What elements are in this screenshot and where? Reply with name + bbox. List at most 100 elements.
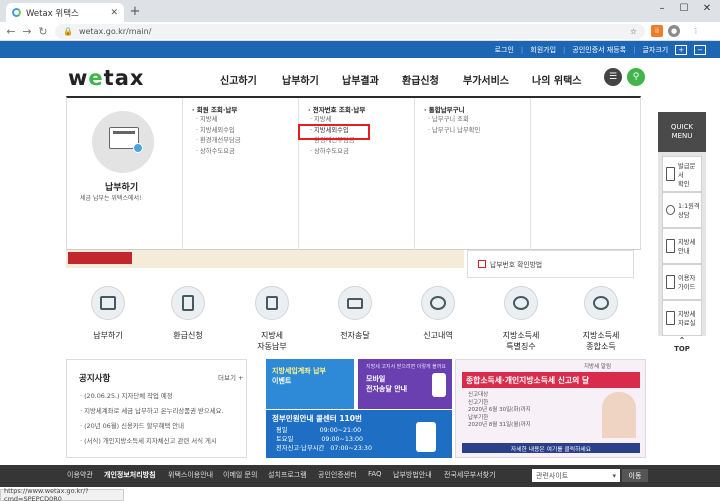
col1-link[interactable]: · 지방세외수입 [196, 126, 241, 137]
wetax-logo[interactable]: wetax [68, 66, 144, 90]
guide-book-icon [666, 275, 675, 289]
wetax-favicon-icon [12, 8, 21, 17]
guide-icon [478, 260, 486, 268]
comprehensive-income-icon[interactable] [584, 286, 618, 320]
footer-email[interactable]: 이메일 문의 [223, 470, 257, 480]
font-size-plus-icon[interactable]: + [675, 44, 688, 55]
svc-label-history: 신고내역 [423, 331, 453, 340]
gnb-refund[interactable]: 환급신청 [402, 72, 439, 87]
col2-head: · 전자번호 조회·납부 [308, 106, 366, 114]
profile-icon[interactable]: ● [668, 25, 680, 37]
banner4-details: 신고대상 신고기한 2020년 6월 30일(화)까지 납부기한 2020년 8… [468, 392, 531, 428]
phone-icon [432, 373, 446, 397]
col3-link[interactable]: · 납부구니 조회 [428, 115, 480, 126]
notice-item[interactable]: · (20.06.25.) 지자단체 작업 예정 [80, 391, 173, 400]
footer-terms[interactable]: 이용약관 [67, 470, 93, 480]
report-history-icon[interactable] [421, 286, 455, 320]
join-link[interactable]: 회원가입 [530, 45, 556, 55]
chevron-up-icon: ⌃ [678, 336, 686, 345]
footer-payment-guide[interactable]: 납부방법안내 [393, 470, 432, 480]
font-size-minus-icon[interactable]: − [694, 44, 706, 55]
login-link[interactable]: 로그인 [495, 45, 514, 55]
account-event-banner[interactable]: 지방세입계좌 납부 이벤트 [266, 359, 354, 409]
callcenter-banner[interactable]: 정부민원안내 콜센터 110번 평일 09:00~21:00 토요일 09:00… [266, 410, 452, 458]
svc-label-autopay: 지방세 자동납부 [257, 331, 287, 351]
browser-tab[interactable]: Wetax 위택스 ✕ [6, 3, 124, 22]
all-menu-icon[interactable]: ☰ [604, 68, 622, 86]
footer-privacy[interactable]: 개인정보처리방침 [104, 470, 156, 480]
autopay-service-icon[interactable] [255, 286, 289, 320]
gnb-my[interactable]: 나의 위택스 [532, 72, 581, 87]
footer-tax-offices[interactable]: 전국세무부서찾기 [444, 470, 496, 480]
col1-link[interactable]: · 지방세 [196, 115, 241, 126]
url-text: wetax.go.kr/main/ [78, 27, 152, 36]
cert-reregister-link[interactable]: 공인인증서 재등록 [572, 45, 626, 55]
footer-cert-center[interactable]: 공인인증센터 [318, 470, 357, 480]
footer-usage-guide[interactable]: 위택스이용안내 [168, 470, 213, 480]
svc-label-refund: 환급신청 [173, 331, 203, 340]
footer-faq[interactable]: FAQ [368, 470, 382, 478]
svc-label-edelivery: 전자송달 [340, 331, 370, 340]
mega-subtitle: 세금 납부는 위택스에서! [80, 195, 142, 202]
notice-item[interactable]: · 지방세계좌로 세금 납부하고 온누리상품권 받으세요. [80, 406, 224, 415]
notice-item[interactable]: · (서식) 개인지방소득세 지자체신고 관련 서식 게시 [80, 436, 217, 445]
gnb-result[interactable]: 납부결과 [342, 72, 379, 87]
quick-archive[interactable]: 지방세 자료실 [662, 300, 702, 336]
go-button[interactable]: 이동 [622, 469, 648, 482]
maximize-icon[interactable]: ☐ [674, 3, 694, 14]
back-icon[interactable]: ← [4, 25, 18, 38]
col1-links: · 지방세 · 지방세외수입 · 환경개선부담금 · 상하수도요금 [196, 115, 241, 157]
quick-menu-header: QUICK MENU [658, 112, 706, 152]
banner4-detail-link[interactable]: 자세한 내용은 여기를 클릭하세요 [462, 443, 640, 453]
browser-menu-icon[interactable]: ⋮ [690, 25, 702, 37]
special-withholding-icon[interactable] [504, 286, 538, 320]
quick-tax-guide[interactable]: 지방세 안내 [662, 228, 702, 264]
gnb-extra[interactable]: 부가서비스 [463, 72, 509, 87]
mobile-edelivery-banner[interactable]: 지방세 고지서 받으려면 이렇게 볼까요 모바일 전자송달 안내 [358, 359, 452, 409]
tab-title: Wetax 위택스 [26, 8, 79, 19]
status-bar-url: https://www.wetax.go.kr/?cmd=SPEPCD0R0 [0, 487, 124, 501]
document-icon [666, 167, 675, 181]
font-size-control[interactable]: 글자크기 [642, 45, 668, 55]
banner4-badge: 지방세 알림 [584, 364, 612, 370]
reload-icon[interactable]: ↻ [36, 25, 50, 38]
gnb-report[interactable]: 신고하기 [220, 72, 257, 87]
footer-install[interactable]: 설치프로그램 [268, 470, 307, 480]
minimize-icon[interactable]: – [652, 3, 672, 14]
bookmark-star-icon[interactable]: ☆ [630, 27, 637, 36]
related-sites-select[interactable]: 관련사이트 ▾ [532, 469, 620, 482]
card-icon [109, 127, 143, 153]
quick-user-guide[interactable]: 이용자 가이드 [662, 264, 702, 300]
new-tab-button[interactable]: + [128, 4, 142, 19]
quick-doc-confirm[interactable]: 발급문서 확인 [662, 156, 702, 192]
annotation-highlight-box [298, 124, 370, 140]
search-icon[interactable]: ⚲ [627, 68, 645, 86]
pay-service-icon[interactable] [91, 286, 125, 320]
col1-link[interactable]: · 상하수도요금 [196, 147, 241, 158]
refund-service-icon[interactable] [171, 286, 205, 320]
lock-icon: 🔒 [63, 27, 73, 36]
payment-number-guide[interactable]: 납부번호 확인방법 [478, 259, 542, 269]
edelivery-service-icon[interactable] [338, 286, 372, 320]
notice-title: 공지사항 [79, 374, 111, 384]
quick-remote-support[interactable]: 1:1원격 상담 [662, 192, 702, 228]
notice-more-link[interactable]: 더보기 + [218, 372, 243, 382]
hero-red-button[interactable] [68, 252, 132, 264]
gnb-payment[interactable]: 납부하기 [282, 72, 319, 87]
close-tab-icon[interactable]: ✕ [110, 8, 118, 18]
top-button[interactable]: ⌃ TOP [670, 336, 694, 353]
url-bar[interactable]: 🔒 wetax.go.kr/main/ ☆ [55, 24, 645, 39]
col3-link[interactable]: · 납부구니 납부확인 [428, 126, 480, 137]
col2-link[interactable]: · 상하수도요금 [310, 147, 355, 158]
headset-icon [666, 205, 675, 215]
phone-110-icon [416, 422, 436, 452]
close-window-icon[interactable]: ✕ [697, 3, 717, 14]
extension-icon[interactable]: ii [651, 25, 663, 37]
col1-link[interactable]: · 환경개선부담금 [196, 136, 241, 147]
svc-label-withholding: 지방소득세 특별징수 [502, 331, 540, 351]
col3-head: · 통합납부구니 [424, 106, 465, 114]
chevron-down-icon: ▾ [612, 471, 616, 480]
notice-item[interactable]: · (20년 06월) 신용카드 할부혜택 안내 [80, 421, 184, 430]
svc-label-comprehensive: 지방소득세 종합소득 [582, 331, 620, 351]
forward-icon[interactable]: → [20, 25, 34, 38]
